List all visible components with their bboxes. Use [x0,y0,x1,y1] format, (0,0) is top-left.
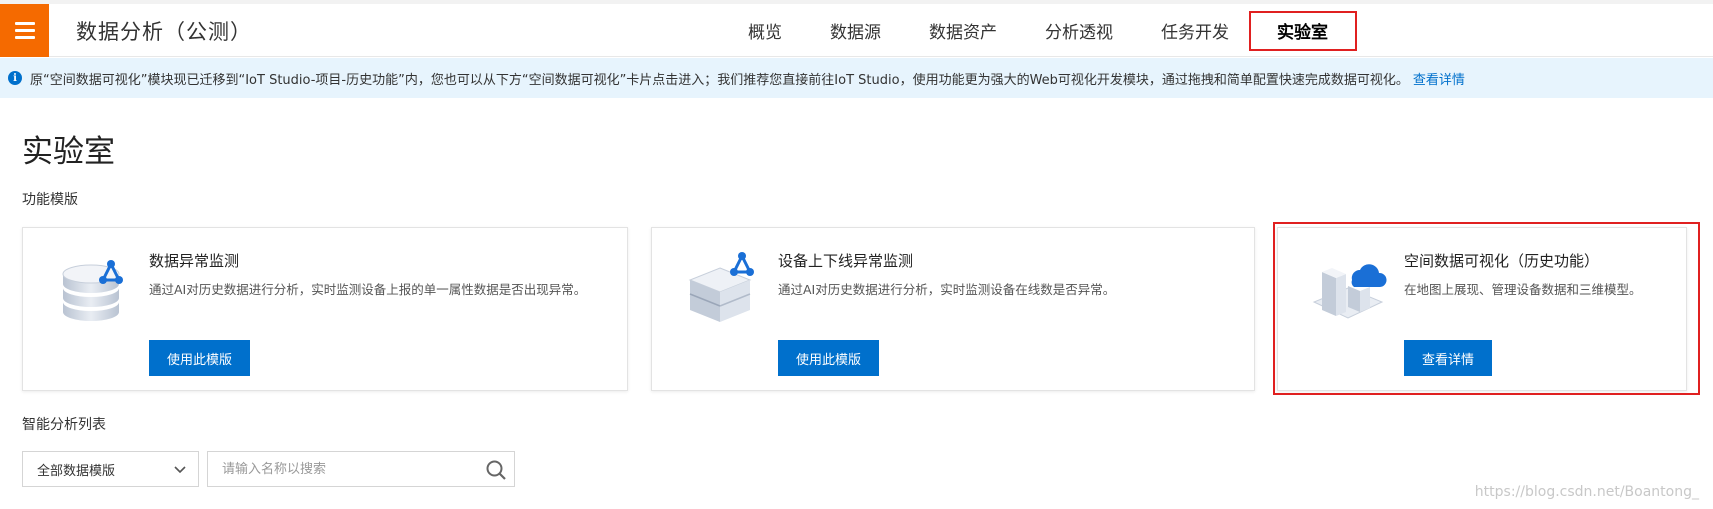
nav-item-pivot-analysis[interactable]: 分析透视 [1021,4,1137,57]
menu-button[interactable] [0,4,49,57]
search-box [207,451,515,487]
search-input[interactable] [208,452,478,486]
template-filter-select[interactable]: 全部数据模版 [22,451,199,487]
use-template-button[interactable]: 使用此模版 [778,340,880,376]
hamburger-menu-icon [14,22,35,39]
card-title: 空间数据可视化（历史功能） [1404,252,1600,270]
nav-item-overview[interactable]: 概览 [724,4,806,57]
notice-bar: i 原“空间数据可视化”模块现已迁移到“IoT Studio-项目-历史功能”内… [0,58,1713,98]
notice-text: 原“空间数据可视化”模块现已迁移到“IoT Studio-项目-历史功能”内，您… [30,72,1409,88]
app-title: 数据分析（公测） [76,20,252,44]
use-template-button[interactable]: 使用此模版 [149,340,251,376]
info-icon: i [8,71,22,85]
card-description: 在地图上展现、管理设备数据和三维模型。 [1404,282,1642,297]
nav-item-lab[interactable]: 实验室 [1253,4,1352,57]
top-nav: 概览 数据源 数据资产 分析透视 任务开发 实验室 [724,4,1352,57]
database-ai-icon [62,260,123,321]
templates-section-label: 功能模版 [22,192,78,208]
card-description: 通过AI对历史数据进行分析，实时监测设备上报的单一属性数据是否出现异常。 [149,282,587,297]
select-value: 全部数据模版 [37,463,116,479]
nav-item-datasource[interactable]: 数据源 [806,4,905,57]
building-cloud-icon [1312,264,1387,319]
nav-item-data-assets[interactable]: 数据资产 [905,4,1021,57]
chevron-down-icon [174,466,186,474]
template-card-spatial-visualization: 空间数据可视化（历史功能） 在地图上展现、管理设备数据和三维模型。 查看详情 [1277,227,1687,391]
page-title: 实验室 [22,134,115,170]
card-title: 数据异常监测 [149,252,240,270]
notice-details-link[interactable]: 查看详情 [1413,69,1465,88]
search-icon[interactable] [485,459,507,481]
watermark: https://blog.csdn.net/Boantong_ [1474,484,1699,500]
top-bar: 数据分析（公测） 概览 数据源 数据资产 分析透视 任务开发 实验室 [0,0,1713,57]
card-title: 设备上下线异常监测 [778,252,914,270]
analysis-list-section-label: 智能分析列表 [22,417,106,433]
view-details-button[interactable]: 查看详情 [1404,340,1493,376]
device-box-ai-icon [688,252,754,322]
template-card-data-anomaly: 数据异常监测 通过AI对历史数据进行分析，实时监测设备上报的单一属性数据是否出现… [22,227,628,391]
card-description: 通过AI对历史数据进行分析，实时监测设备在线数是否异常。 [778,282,1116,297]
nav-item-task-dev[interactable]: 任务开发 [1137,4,1253,57]
template-card-device-online-anomaly: 设备上下线异常监测 通过AI对历史数据进行分析，实时监测设备在线数是否异常。 使… [651,227,1255,391]
